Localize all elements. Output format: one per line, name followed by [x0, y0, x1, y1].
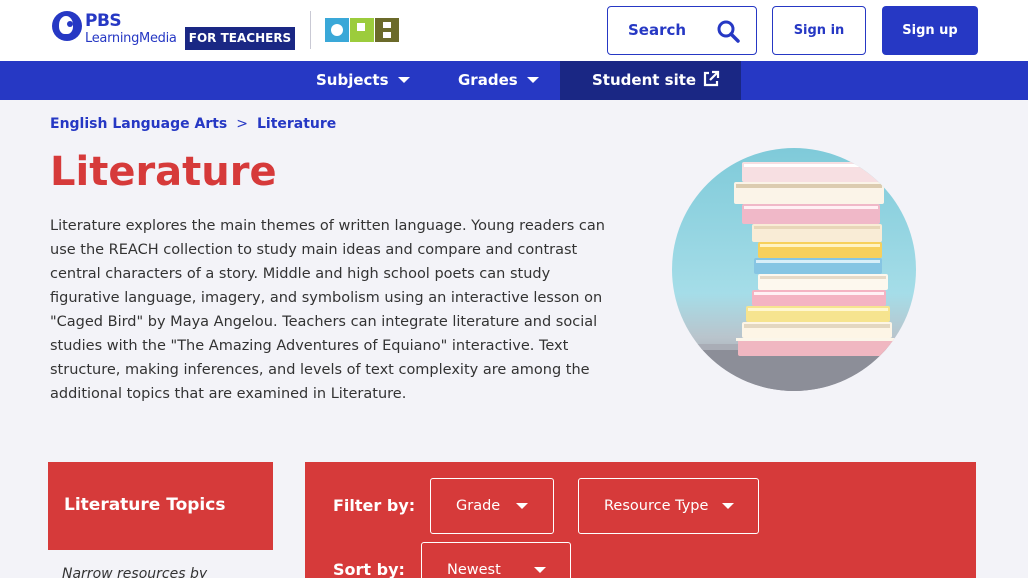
main-nav: Subjects Grades Student site — [0, 61, 1028, 100]
sort-by-label: Sort by: — [333, 560, 405, 578]
nav-subjects[interactable]: Subjects — [316, 61, 410, 100]
nav-grades-label: Grades — [458, 71, 518, 89]
breadcrumb-separator: > — [236, 116, 248, 132]
page-title: Literature — [50, 149, 277, 195]
nav-subjects-label: Subjects — [316, 71, 389, 89]
external-link-icon — [703, 70, 720, 87]
caret-down-icon — [516, 503, 528, 509]
pbs-head-icon — [52, 11, 82, 41]
page-description: Literature explores the main themes of w… — [50, 218, 605, 402]
sign-in-button[interactable]: Sign in — [772, 6, 866, 55]
sort-dropdown[interactable]: Newest — [421, 542, 571, 578]
search-label: Search — [628, 21, 687, 39]
logo-subtitle: LearningMedia — [85, 31, 177, 46]
books-stack-image — [672, 148, 916, 391]
resource-type-dropdown-label: Resource Type — [604, 498, 709, 514]
pbs-learningmedia-logo[interactable]: PBS LearningMedia — [52, 11, 177, 51]
for-teachers-badge: FOR TEACHERS — [185, 27, 295, 50]
topics-panel: Literature Topics — [48, 462, 273, 550]
nav-student-site[interactable]: Student site — [560, 61, 741, 100]
topics-hint: Narrow resources by — [62, 566, 208, 578]
filter-by-label: Filter by: — [333, 496, 416, 515]
grade-dropdown-label: Grade — [456, 498, 501, 514]
sign-up-button[interactable]: Sign up — [882, 6, 978, 55]
caret-down-icon — [526, 77, 539, 83]
nav-student-site-label: Student site — [592, 71, 697, 89]
breadcrumb: English Language Arts > Literature — [50, 116, 336, 132]
opb-logo[interactable] — [325, 18, 399, 42]
sort-dropdown-label: Newest — [447, 562, 501, 578]
resource-type-dropdown[interactable]: Resource Type — [578, 478, 759, 534]
filter-panel: Filter by: Grade Resource Type Sort by: … — [305, 462, 976, 578]
logo-brand: PBS — [85, 11, 122, 31]
caret-down-icon — [722, 503, 734, 509]
nav-grades[interactable]: Grades — [458, 61, 539, 100]
topics-title: Literature Topics — [64, 495, 226, 515]
caret-down-icon — [534, 567, 546, 573]
breadcrumb-parent-link[interactable]: English Language Arts — [50, 116, 227, 132]
logo-divider — [310, 11, 311, 49]
top-header: PBS LearningMedia FOR TEACHERS Search Si… — [0, 0, 1028, 61]
breadcrumb-current-link[interactable]: Literature — [257, 116, 336, 132]
search-button[interactable]: Search — [607, 6, 757, 55]
search-icon — [717, 20, 740, 43]
caret-down-icon — [397, 77, 410, 83]
grade-dropdown[interactable]: Grade — [430, 478, 554, 534]
